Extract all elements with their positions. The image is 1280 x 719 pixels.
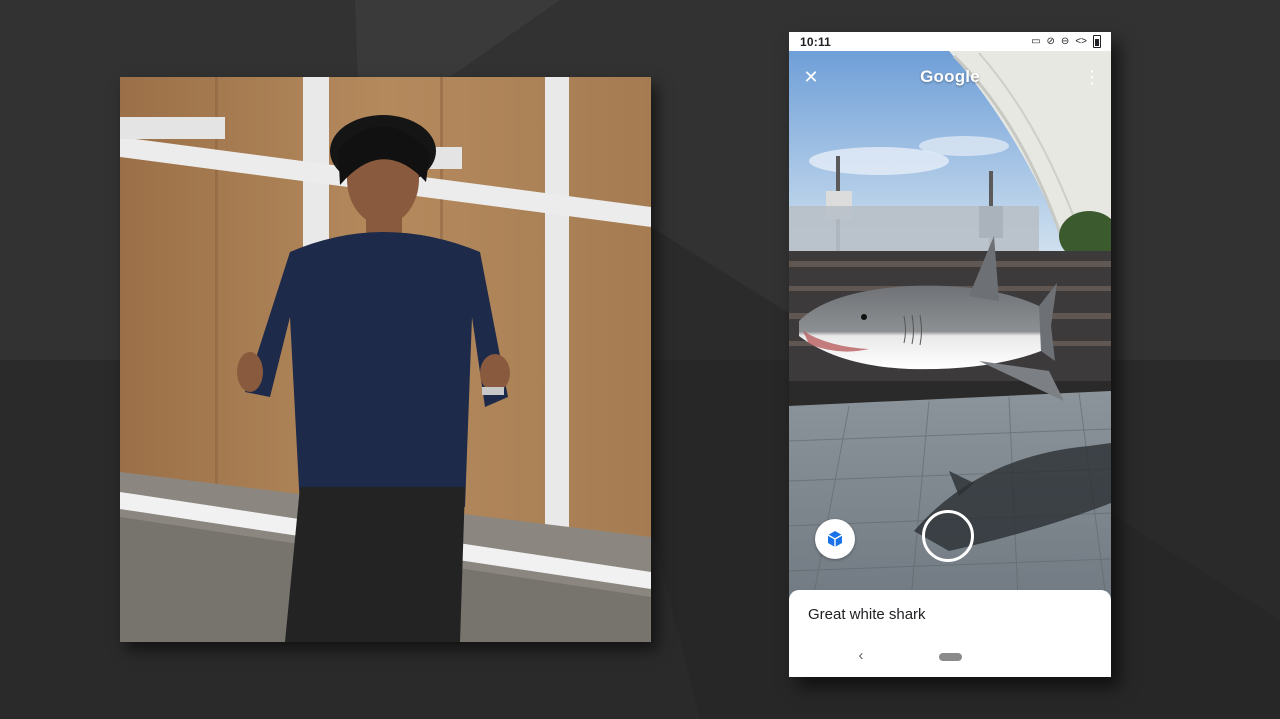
status-bar: 10:11 ▭ ⊘ ⊖ <> bbox=[789, 32, 1111, 51]
data-saver-icon: <> bbox=[1075, 35, 1087, 47]
dnd-icon: ⊖ bbox=[1060, 35, 1070, 47]
back-chevron-icon[interactable]: ‹ bbox=[853, 646, 869, 666]
result-title: Great white shark bbox=[808, 606, 926, 623]
mute-icon: ⊘ bbox=[1046, 35, 1055, 47]
result-sheet[interactable]: Great white shark ‹ bbox=[789, 590, 1111, 677]
battery-icon bbox=[1093, 35, 1101, 48]
phone-screen: 10:11 ▭ ⊘ ⊖ <> ✕ Google ⋮ Great white sh… bbox=[789, 32, 1111, 677]
more-vert-icon[interactable]: ⋮ bbox=[1083, 65, 1101, 89]
lens-header: ✕ Google ⋮ bbox=[789, 51, 1111, 101]
view-3d-button[interactable] bbox=[815, 519, 855, 559]
status-icons: ▭ ⊘ ⊖ <> bbox=[1031, 35, 1101, 48]
status-time: 10:11 bbox=[800, 35, 832, 49]
shutter-button[interactable] bbox=[922, 510, 974, 562]
cube-icon bbox=[827, 531, 843, 547]
stage-video-frame bbox=[120, 77, 651, 642]
google-logo: Google bbox=[920, 67, 980, 86]
home-pill-icon[interactable] bbox=[939, 653, 962, 661]
cast-icon: ▭ bbox=[1031, 35, 1041, 47]
presenter-photo bbox=[120, 77, 651, 642]
